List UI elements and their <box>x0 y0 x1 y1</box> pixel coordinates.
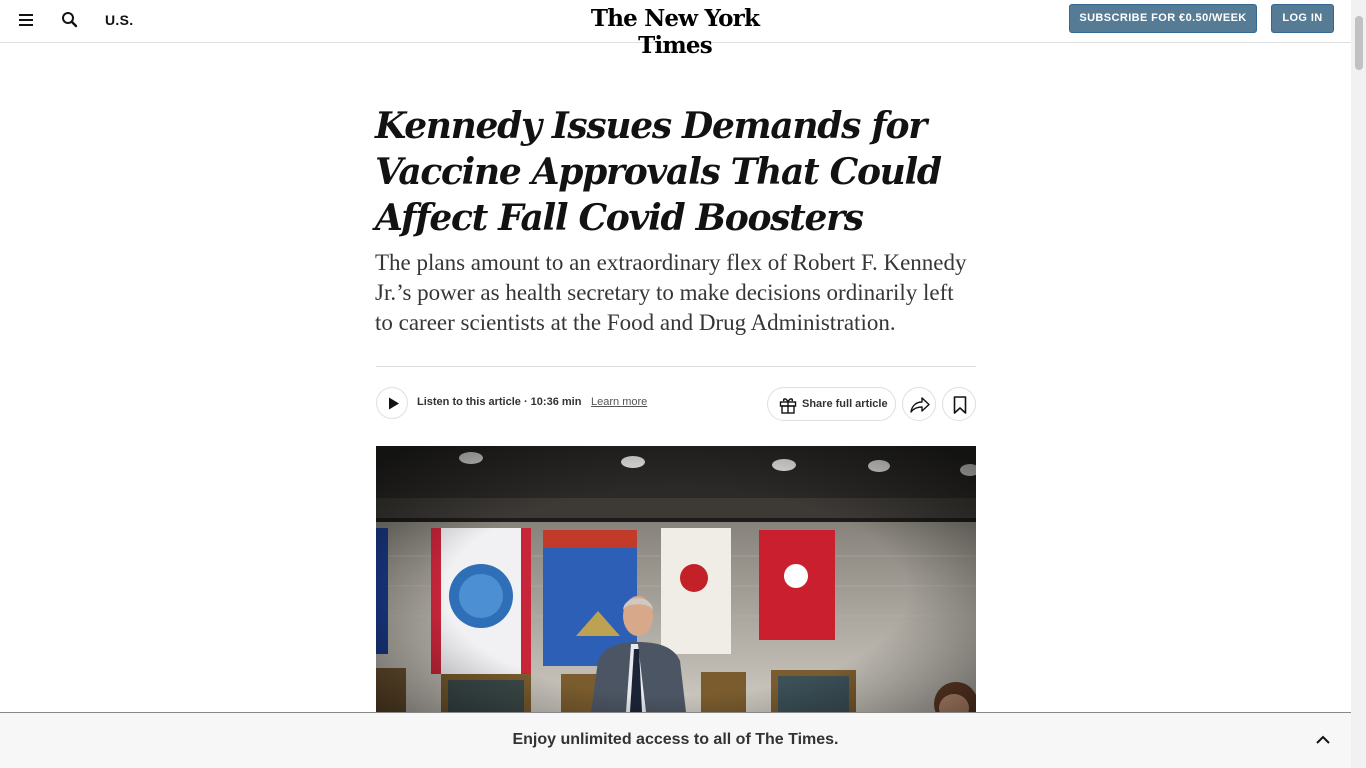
chevron-up-icon[interactable] <box>1312 729 1334 751</box>
gift-icon <box>779 398 797 414</box>
section-label[interactable]: U.S. <box>105 12 133 28</box>
top-navigation-bar: U.S. The New York Times SUBSCRIBE FOR €0… <box>0 0 1351 59</box>
header-divider <box>376 366 976 367</box>
share-full-article-label: Share full article <box>802 398 888 410</box>
subscription-banner-text[interactable]: Enjoy unlimited access to all of The Tim… <box>0 731 1351 749</box>
search-icon[interactable] <box>59 9 81 31</box>
masthead-logo[interactable]: The New York Times <box>560 5 790 59</box>
play-icon <box>389 397 399 410</box>
listen-duration-text: Listen to this article · 10:36 min <box>417 396 582 408</box>
learn-more-link[interactable]: Learn more <box>591 396 647 408</box>
subscription-banner: Enjoy unlimited access to all of The Tim… <box>0 712 1351 768</box>
save-bookmark-button[interactable] <box>942 387 976 421</box>
share-button[interactable] <box>902 387 936 421</box>
article-lead-photo <box>376 446 976 712</box>
login-button[interactable]: LOG IN <box>1271 4 1334 33</box>
share-full-article-button[interactable]: Share full article <box>767 387 896 421</box>
play-audio-button[interactable] <box>376 387 408 419</box>
scrollbar-thumb[interactable] <box>1355 16 1363 70</box>
bookmark-icon <box>953 396 967 414</box>
page-scrollbar[interactable] <box>1351 0 1366 768</box>
share-arrow-icon <box>910 397 930 413</box>
article-headline: Kennedy Issues Demands for Vaccine Appro… <box>375 105 942 239</box>
subscribe-button[interactable]: SUBSCRIBE FOR €0.50/WEEK <box>1069 4 1257 33</box>
hamburger-menu-icon[interactable] <box>17 11 37 29</box>
article-summary: The plans amount to an extraordinary fle… <box>375 250 967 335</box>
